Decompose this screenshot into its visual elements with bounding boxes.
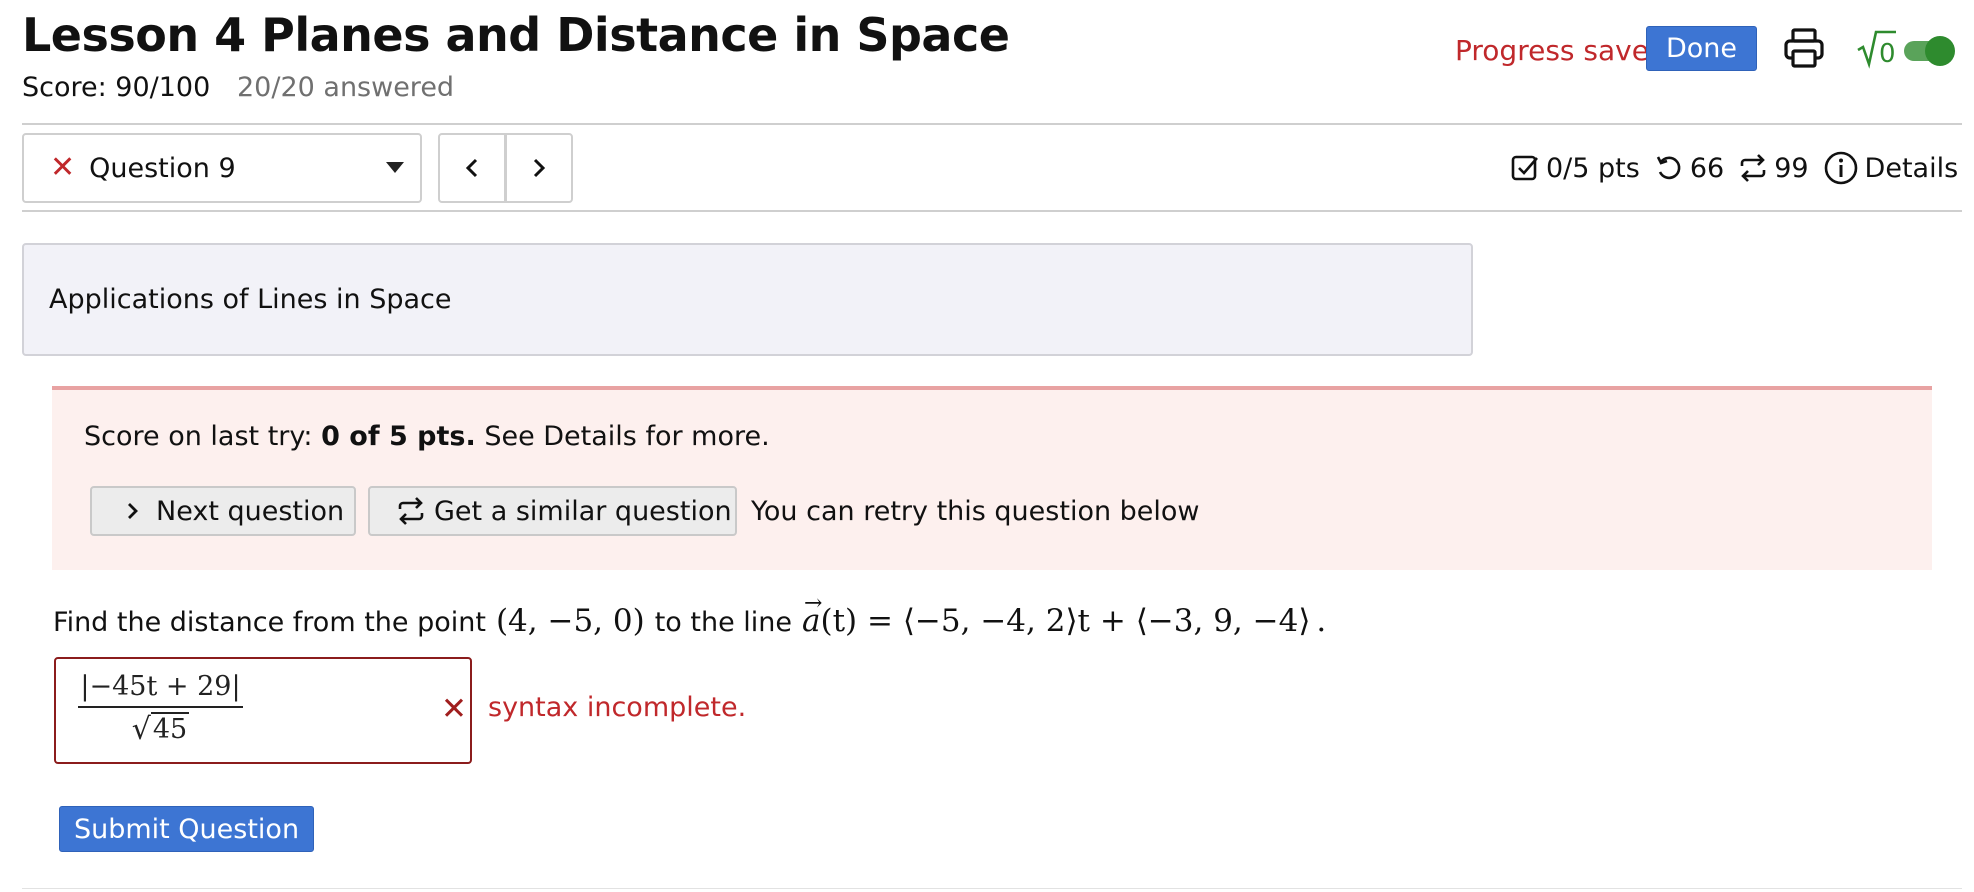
similar-question-icon bbox=[398, 497, 424, 525]
versions-count: 99 bbox=[1774, 152, 1809, 184]
error-x-icon: ✕ bbox=[441, 691, 467, 727]
details-label: Details bbox=[1864, 152, 1959, 184]
details-link[interactable]: Details bbox=[1823, 150, 1959, 186]
topic-text: Applications of Lines in Space bbox=[49, 284, 452, 315]
svg-text:0: 0 bbox=[1879, 39, 1896, 69]
answer-denominator: √ 45 bbox=[78, 708, 243, 746]
submit-question-button[interactable]: Submit Question bbox=[59, 806, 314, 852]
checkbox-icon bbox=[1511, 155, 1538, 181]
question-select-label: Question 9 bbox=[89, 152, 236, 184]
last-try-score-value: 0 of 5 pts. bbox=[321, 421, 476, 452]
progress-saved-status: Progress saved bbox=[1455, 34, 1667, 67]
feedback-panel bbox=[52, 386, 1932, 570]
chevron-right-icon bbox=[128, 503, 138, 519]
info-icon bbox=[1824, 151, 1857, 185]
retry-icon bbox=[1656, 156, 1681, 180]
retries-count: 66 bbox=[1689, 152, 1725, 184]
previous-question-button[interactable] bbox=[438, 133, 506, 203]
page-title: Lesson 4 Planes and Distance in Space bbox=[22, 8, 1010, 62]
line-equation: (t) = ⟨−5, −4, 2⟩t + ⟨−3, 9, −4⟩ bbox=[820, 603, 1311, 639]
header-divider bbox=[22, 123, 1962, 125]
bottom-divider bbox=[22, 888, 1962, 889]
answer-input[interactable]: |−45t + 29| √ 45 bbox=[54, 657, 472, 764]
answer-fraction: |−45t + 29| √ 45 bbox=[78, 671, 243, 746]
last-try-score-prefix: Score on last try: bbox=[84, 421, 322, 452]
answer-error-message: syntax incomplete. bbox=[488, 692, 747, 723]
chevron-left-icon bbox=[465, 158, 478, 178]
similar-question-button[interactable]: Get a similar question bbox=[368, 486, 737, 536]
retry-hint: You can retry this question below bbox=[751, 496, 1200, 527]
last-try-score-suffix: See Details for more. bbox=[475, 421, 770, 452]
similar-question-icon bbox=[1740, 154, 1766, 182]
question-middle: to the line bbox=[654, 607, 793, 638]
line-expression: → a(t) = ⟨−5, −4, 2⟩t + ⟨−3, 9, −4⟩ bbox=[802, 591, 1311, 639]
question-stats: 0/5 pts 66 99 Details bbox=[1510, 150, 1958, 186]
next-question-label: Next question bbox=[156, 495, 345, 527]
question-select-dropdown[interactable]: ✕ Question 9 bbox=[22, 133, 422, 203]
similar-question-label: Get a similar question bbox=[434, 495, 732, 527]
done-button[interactable]: Done bbox=[1646, 26, 1757, 71]
next-question-button[interactable]: Next question bbox=[90, 486, 356, 536]
points-text: 0/5 pts bbox=[1546, 152, 1640, 184]
answered-count: 20/20 answered bbox=[237, 72, 455, 103]
point-expression: (4, −5, 0) bbox=[495, 603, 645, 639]
next-question-nav-button[interactable] bbox=[505, 133, 573, 203]
radicand: 45 bbox=[150, 712, 190, 745]
last-try-score: Score on last try: 0 of 5 pts. See Detai… bbox=[84, 421, 770, 452]
topic-banner: Applications of Lines in Space bbox=[22, 243, 1473, 356]
radical-icon: √ bbox=[131, 712, 151, 747]
caret-down-icon bbox=[386, 162, 404, 173]
print-icon[interactable] bbox=[1782, 26, 1826, 70]
question-period: . bbox=[1316, 603, 1327, 639]
question-prefix: Find the distance from the point bbox=[53, 607, 486, 638]
x-icon: ✕ bbox=[50, 150, 76, 185]
score-text: Score: 90/100 bbox=[22, 72, 211, 103]
nav-divider bbox=[22, 210, 1962, 212]
vector-arrow-icon: → bbox=[804, 591, 823, 616]
square-root: √ 45 bbox=[131, 712, 190, 747]
question-prompt: Find the distance from the point (4, −5,… bbox=[53, 591, 1336, 639]
chevron-right-icon bbox=[533, 158, 546, 178]
math-display-toggle[interactable]: 0 bbox=[1856, 28, 1956, 72]
answer-numerator: |−45t + 29| bbox=[80, 671, 241, 702]
